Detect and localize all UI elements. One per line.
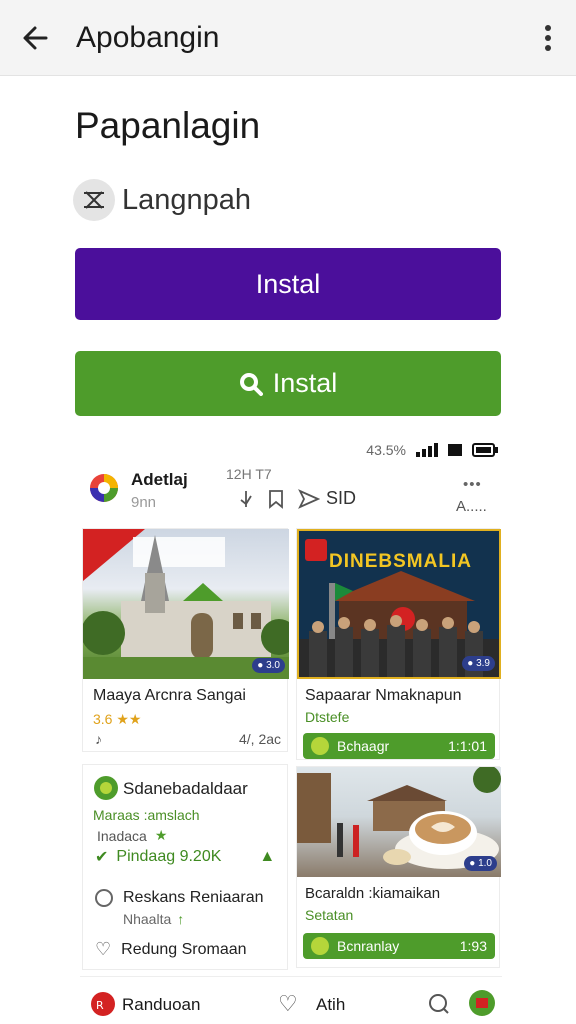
screenshot-preview[interactable]: 43.5% Adetlaj 9nn 12H T7 SID ••• A..... … (80, 436, 502, 1024)
comment-icon[interactable] (428, 993, 450, 1015)
pill-label: Bchaagr (337, 738, 390, 754)
card-line[interactable]: Reskans Reniaaran (95, 889, 264, 907)
card-line[interactable]: ♡ Redung Sromaan (95, 939, 247, 960)
bookmark-icon[interactable] (268, 489, 284, 509)
card-sub: Setatan (305, 907, 354, 923)
search-icon (239, 372, 263, 396)
signal-icon (416, 443, 438, 457)
action-pill[interactable]: Bcnranlay 1:93 (303, 933, 495, 959)
views-badge: ● 1.0 (464, 856, 497, 871)
feed-card[interactable]: ● 3.0 Maaya Arcnra Sangai 3.6 ★★ ♪ 4/, 2… (82, 528, 289, 752)
app-name: Papanlagin (75, 105, 261, 146)
event-photo: DINEBSMALIA ● 3.9 (297, 529, 501, 679)
more-vert-icon[interactable] (536, 22, 560, 54)
header-actions: SID (238, 488, 356, 509)
card-line-text: Pindaag 9.20K (116, 848, 222, 865)
feed-card[interactable]: DINEBSMALIA ● 3.9 Sapaarar Nmaknapun Dts… (296, 528, 501, 760)
action-pill[interactable]: Bchaagr 1:1:01 (303, 733, 495, 759)
install-button[interactable]: Instal (75, 248, 501, 320)
feed-card[interactable]: ● 1.0 Bcaraldn :kiamaikan Setatan Bcnran… (296, 766, 501, 968)
bottom-left-label[interactable]: Randuoan (122, 995, 200, 1015)
card-line-text: Reskans Reniaaran (123, 889, 264, 906)
views-badge: ● 3.9 (462, 656, 495, 671)
feed-header: Adetlaj 9nn 12H T7 SID ••• A..... (88, 466, 500, 524)
brand-logo-icon (90, 474, 118, 502)
send-icon[interactable] (298, 488, 320, 509)
card-sub: Dtstefe (305, 709, 350, 725)
card-title: Maaya Arcnra Sangai (93, 687, 246, 704)
ptt-icon[interactable] (238, 490, 254, 508)
header-right-text: A..... (456, 498, 487, 515)
pill-value: 1:1:01 (448, 738, 487, 754)
appbar-title: Apobangin (76, 21, 220, 54)
banner-title: DINEBSMALIA (329, 551, 472, 572)
card-title: Sdanebadaldaar (123, 779, 248, 798)
developer-icon (73, 179, 115, 221)
svg-text:R: R (96, 999, 104, 1012)
gift-icon[interactable] (468, 989, 496, 1017)
card-line: ✔ Pindaag 9.20K ▲ (95, 847, 275, 867)
arrow-left-icon[interactable] (18, 20, 54, 56)
card-rating: 3.6 ★★ (93, 711, 142, 727)
install-search-label: Instal (272, 368, 338, 398)
more-dots[interactable]: ••• (463, 476, 482, 493)
card-meta: 4/, 2ac (239, 731, 282, 747)
radio-icon (95, 889, 113, 907)
preview-bottom-bar: R Randuoan ♡ Atih (80, 976, 502, 1024)
coffee-photo: ● 1.0 (297, 767, 501, 877)
card-line: Nhaalta ↑ (123, 911, 184, 927)
card-line-text: Inadaca (97, 827, 147, 844)
battery-text: 43.5% (366, 442, 406, 458)
channel-name: Adetlaj (131, 470, 188, 489)
church-illustration (83, 529, 289, 679)
heart-icon[interactable]: ♡ (278, 991, 298, 1017)
developer-row[interactable]: Langnpah (73, 178, 251, 222)
pill-value: 1:93 (459, 938, 487, 954)
developer-name: Langnpah (122, 183, 252, 216)
feed-card[interactable]: Sdanebadaldaar Maraas :amslach Inadaca ★… (82, 764, 288, 970)
pill-icon (311, 937, 329, 955)
square-icon (448, 444, 462, 456)
arrow-up-icon: ↑ (177, 911, 185, 927)
app-bar: Apobangin (0, 0, 576, 76)
card-title: Bcaraldn :kiamaikan (305, 885, 441, 902)
bottom-mid-label[interactable]: Atih (316, 995, 345, 1015)
music-icon: ♪ (95, 731, 102, 747)
card-title: Sapaarar Nmaknapun (305, 687, 462, 704)
badge-icon (94, 776, 118, 800)
battery-icon (472, 443, 498, 457)
pill-icon (311, 737, 329, 755)
install-button-label: Instal (255, 268, 321, 299)
status-bar: 43.5% (366, 442, 498, 458)
post-time: 12H T7 (226, 466, 272, 482)
views-badge: ● 3.0 (252, 658, 285, 673)
channel-sub: 9nn (131, 494, 157, 511)
check-icon: ✔ (95, 849, 109, 866)
card-line: Maraas :amslach (93, 807, 200, 823)
star-icon: ★ (154, 827, 168, 843)
card-line-text: Redung Sromaan (121, 940, 247, 958)
church-photo: ● 3.0 (83, 529, 289, 679)
card-line: Inadaca ★ (97, 827, 167, 844)
heart-icon: ♡ (95, 939, 112, 959)
card-line-text: Nhaalta (123, 911, 172, 927)
share-count: SID (326, 488, 357, 508)
tree-icon: ▲ (259, 848, 276, 865)
install-search-button[interactable]: Instal (75, 351, 501, 416)
pill-label: Bcnranlay (337, 938, 400, 954)
brand-small-icon: R (91, 992, 115, 1016)
